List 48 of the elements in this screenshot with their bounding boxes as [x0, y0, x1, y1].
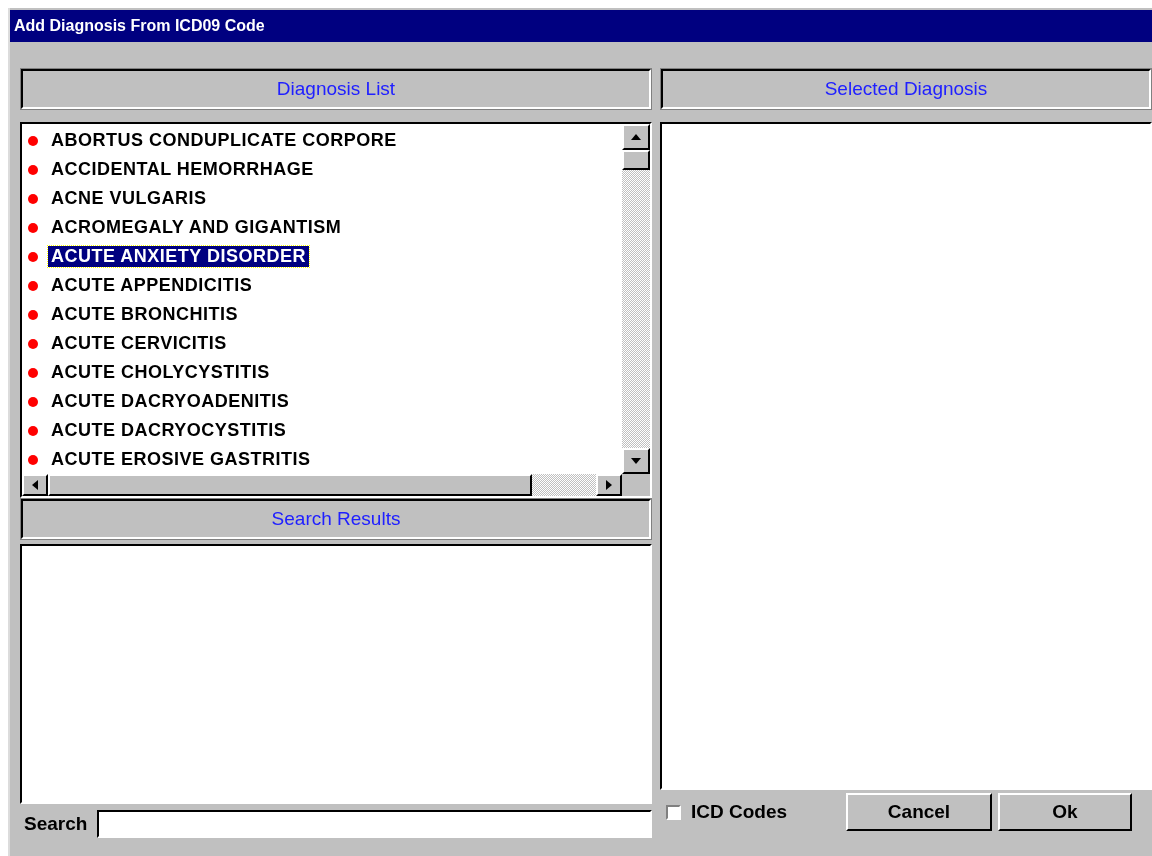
list-item[interactable]: ACCIDENTAL HEMORRHAGE	[48, 159, 317, 180]
bullet-icon	[28, 193, 38, 204]
window-title: Add Diagnosis From ICD09 Code	[10, 10, 1152, 42]
list-item[interactable]: ACUTE ANXIETY DISORDER	[48, 246, 310, 267]
list-item[interactable]: ACUTE DACRYOCYSTITIS	[48, 420, 290, 441]
list-item[interactable]: ABORTUS CONDUPLICATE CORPORE	[48, 130, 400, 151]
list-item[interactable]: ACNE VULGARIS	[48, 188, 210, 209]
search-label: Search	[24, 813, 88, 835]
checkbox-label: ICD Codes	[691, 801, 789, 823]
bullet-icon	[28, 280, 38, 291]
list-item[interactable]: ACUTE CHOLYCYSTITIS	[48, 362, 273, 383]
dialog-button[interactable]: Ok	[998, 793, 1132, 831]
scroll-right-button[interactable]	[596, 474, 622, 496]
bullet-icon	[28, 309, 38, 320]
scroll-down-button[interactable]	[622, 448, 650, 474]
bullet-icon	[28, 367, 38, 378]
panel-header: Diagnosis List	[21, 69, 651, 109]
vertical-scrollbar[interactable]	[622, 124, 650, 474]
diagnosis-listbox[interactable]	[20, 122, 652, 498]
panel-header: Selected Diagnosis	[661, 69, 1151, 109]
up-arrow-icon	[631, 134, 641, 140]
bullet-icon	[28, 396, 38, 407]
left-arrow-icon	[32, 480, 38, 490]
scroll-left-button[interactable]	[22, 474, 48, 496]
bullet-icon	[28, 251, 38, 262]
scroll-thumb[interactable]	[48, 474, 532, 496]
bullet-icon	[28, 454, 38, 465]
panel-header: Search Results	[21, 499, 651, 539]
dialog-button[interactable]: Cancel	[846, 793, 992, 831]
list-item[interactable]: ACUTE BRONCHITIS	[48, 304, 241, 325]
bullet-icon	[28, 164, 38, 175]
bullet-icon	[28, 338, 38, 349]
bullet-icon	[28, 425, 38, 436]
scroll-thumb[interactable]	[622, 150, 650, 170]
search-field[interactable]	[97, 810, 652, 838]
down-arrow-icon	[631, 458, 641, 464]
bullet-icon	[28, 222, 38, 233]
checkbox[interactable]	[666, 804, 681, 820]
list-item[interactable]: ACROMEGALY AND GIGANTISM	[48, 217, 345, 238]
list-item[interactable]: ACUTE DACRYOADENITIS	[48, 391, 293, 412]
list-item[interactable]: ACUTE EROSIVE GASTRITIS	[48, 449, 314, 470]
list-item[interactable]: ACUTE CERVICITIS	[48, 333, 230, 354]
right-arrow-icon	[606, 480, 612, 490]
horizontal-scrollbar[interactable]	[22, 474, 622, 496]
scrollbar-corner	[622, 474, 650, 496]
bullet-icon	[28, 135, 38, 146]
list-item[interactable]: ACUTE APPENDICITIS	[48, 275, 256, 296]
scroll-up-button[interactable]	[622, 124, 650, 150]
